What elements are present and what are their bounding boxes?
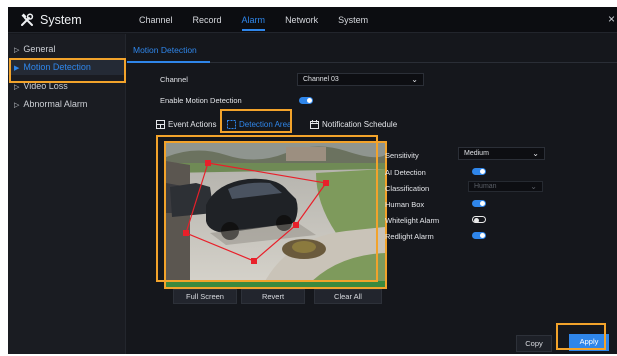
- main-panel: Motion Detection Channel Channel 03 ⌄ En…: [127, 34, 617, 354]
- sidebar-item-general[interactable]: ▷ General: [8, 41, 126, 57]
- region-handle[interactable]: [323, 180, 329, 186]
- revert-button[interactable]: Revert: [241, 289, 305, 304]
- nav-tab-channel[interactable]: Channel: [139, 7, 173, 33]
- sensitivity-value: Medium: [464, 150, 489, 157]
- detection-area-icon: [227, 120, 236, 129]
- whitelight-alarm-toggle[interactable]: [472, 216, 486, 223]
- apply-button[interactable]: Apply: [569, 334, 609, 351]
- tab-label: Event Actions: [168, 120, 217, 129]
- sidebar-item-video-loss[interactable]: ▷ Video Loss: [8, 78, 126, 94]
- redlight-alarm-toggle[interactable]: [472, 232, 486, 239]
- tab-event-actions[interactable]: Event Actions: [156, 120, 216, 129]
- caret-right-icon: ▶: [14, 65, 20, 72]
- region-handle[interactable]: [183, 230, 189, 236]
- clear-all-button[interactable]: Clear All: [314, 289, 382, 304]
- tab-notification-schedule[interactable]: Notification Schedule: [310, 120, 397, 129]
- sidebar-item-label: Video Loss: [23, 81, 68, 91]
- caret-right-icon: ▷: [14, 102, 20, 109]
- enable-motion-label: Enable Motion Detection: [160, 96, 242, 105]
- classification-label: Classification: [385, 184, 430, 193]
- ai-detection-toggle[interactable]: [472, 168, 486, 175]
- sidebar-item-label: Abnormal Alarm: [23, 99, 88, 109]
- caret-right-icon: ▷: [14, 47, 20, 54]
- region-handle[interactable]: [293, 222, 299, 228]
- top-header: System Channel Record Alarm Network Syst…: [8, 7, 617, 33]
- sub-tab-active-underline: [127, 61, 210, 63]
- video-preview[interactable]: [164, 141, 387, 289]
- region-handle[interactable]: [205, 160, 211, 166]
- nav-tab-record[interactable]: Record: [193, 7, 222, 33]
- sidebar-item-motion-detection[interactable]: ▶ Motion Detection: [8, 59, 126, 75]
- whitelight-alarm-label: Whitelight Alarm: [385, 216, 440, 225]
- tab-detection-area[interactable]: Detection Area: [227, 120, 291, 129]
- human-box-label: Human Box: [385, 200, 425, 209]
- tab-label: Notification Schedule: [322, 120, 398, 129]
- nav-tab-network[interactable]: Network: [285, 7, 318, 33]
- sidebar-item-label: General: [23, 44, 56, 54]
- chevron-down-icon: ⌄: [411, 75, 418, 84]
- channel-select[interactable]: Channel 03 ⌄: [297, 73, 424, 86]
- close-icon[interactable]: ×: [608, 13, 615, 25]
- event-actions-icon: [156, 120, 165, 129]
- sidebar-item-abnormal-alarm[interactable]: ▷ Abnormal Alarm: [8, 96, 126, 112]
- app-window: System Channel Record Alarm Network Syst…: [8, 7, 617, 354]
- calendar-icon: [310, 120, 319, 129]
- caret-right-icon: ▷: [14, 84, 20, 91]
- human-box-toggle[interactable]: [472, 200, 486, 207]
- sidebar: ▷ General ▶ Motion Detection ▷ Video Loss ▷…: [8, 34, 126, 354]
- classification-value: Human: [474, 183, 497, 190]
- top-nav: Channel Record Alarm Network System: [139, 7, 388, 33]
- nav-tab-alarm[interactable]: Alarm: [241, 7, 265, 33]
- sensitivity-select[interactable]: Medium ⌄: [458, 147, 545, 160]
- region-handle[interactable]: [251, 258, 257, 264]
- chevron-down-icon: ⌄: [532, 149, 539, 158]
- full-screen-button[interactable]: Full Screen: [173, 289, 237, 304]
- nav-tab-system[interactable]: System: [338, 7, 368, 33]
- sensitivity-label: Sensitivity: [385, 151, 419, 160]
- sub-tab-motion-detection[interactable]: Motion Detection: [133, 45, 197, 55]
- app-title: System: [40, 13, 82, 27]
- camera-frame-image: [166, 143, 385, 287]
- channel-label: Channel: [160, 75, 188, 84]
- ai-detection-label: AI Detection: [385, 168, 426, 177]
- app-brand: System: [20, 7, 82, 33]
- copy-button[interactable]: Copy: [516, 335, 552, 352]
- chevron-down-icon: ⌄: [530, 182, 537, 191]
- channel-value: Channel 03: [303, 76, 339, 83]
- classification-select[interactable]: Human ⌄: [468, 181, 543, 192]
- enable-motion-toggle[interactable]: [299, 97, 313, 104]
- redlight-alarm-label: Redlight Alarm: [385, 232, 434, 241]
- tools-icon: [21, 13, 34, 26]
- sidebar-item-label: Motion Detection: [23, 62, 91, 72]
- tab-label: Detection Area: [239, 120, 292, 129]
- screenshot-frame: System Channel Record Alarm Network Syst…: [0, 0, 617, 356]
